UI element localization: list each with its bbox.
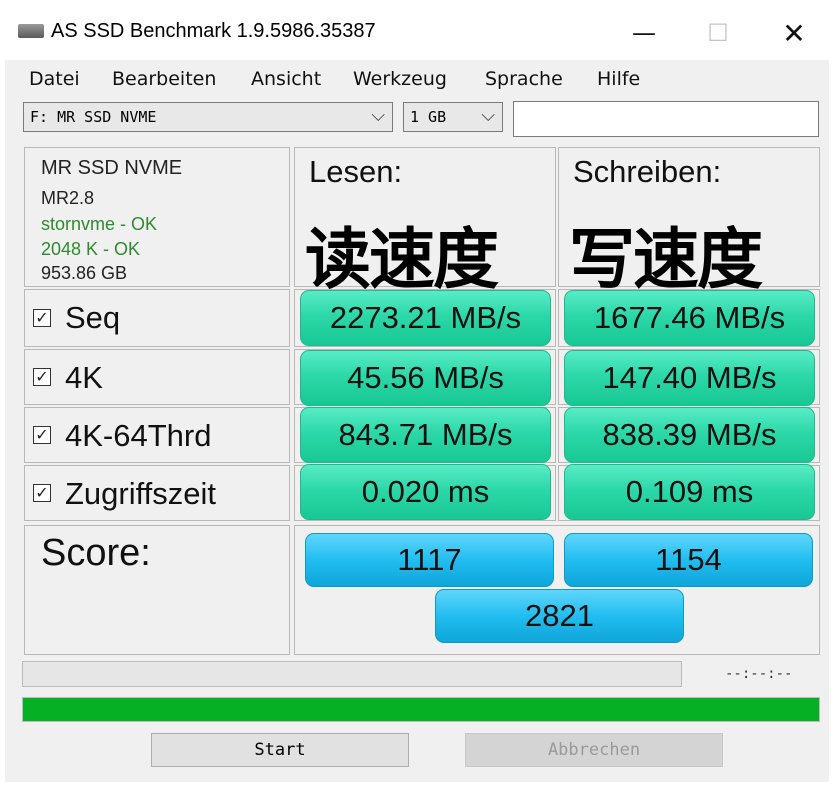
status-textbox[interactable] xyxy=(513,101,819,137)
abort-button[interactable]: Abbrechen xyxy=(465,733,723,767)
score-label: Score: xyxy=(41,532,151,574)
test-progress-bar xyxy=(22,661,682,687)
score-read-value: 1117 xyxy=(305,533,554,587)
read-header-cn: 读速度 xyxy=(305,221,499,298)
access-read-value: 0.020 ms xyxy=(300,464,551,520)
drive-name: MR SSD NVME xyxy=(41,157,183,179)
access-label: Zugriffszeit xyxy=(65,476,217,511)
4k64-write-value: 838.39 MB/s xyxy=(564,407,815,463)
menu-bar: Datei Bearbeiten Ansicht Werkzeug Sprach… xyxy=(5,62,829,96)
read-header-label: Lesen: xyxy=(309,154,403,189)
4k-checkbox[interactable]: ✓ xyxy=(33,368,51,386)
close-button[interactable]: ✕ xyxy=(771,14,817,52)
drive-select[interactable]: F: MR SSD NVME ⌵ xyxy=(23,102,393,132)
4k-write-value: 147.40 MB/s xyxy=(564,350,815,406)
window-title: AS SSD Benchmark 1.9.5986.35387 xyxy=(51,20,376,42)
4k-label: 4K xyxy=(65,360,103,395)
drive-select-value: F: MR SSD NVME xyxy=(30,108,157,126)
menu-hilfe[interactable]: Hilfe xyxy=(597,68,640,90)
size-select-value: 1 GB xyxy=(410,108,447,126)
minimize-button[interactable]: — xyxy=(621,14,667,52)
title-bar[interactable]: AS SSD Benchmark 1.9.5986.35387 — ☐ ✕ xyxy=(5,0,829,60)
chevron-down-icon: ⌵ xyxy=(371,105,385,126)
drive-firmware: MR2.8 xyxy=(41,188,95,208)
score-write-value: 1154 xyxy=(564,533,813,587)
elapsed-time: --:--:-- xyxy=(725,666,793,682)
seq-checkbox[interactable]: ✓ xyxy=(33,309,51,327)
drive-capacity: 953.86 GB xyxy=(41,263,128,283)
4k64-checkbox[interactable]: ✓ xyxy=(33,426,51,444)
size-select[interactable]: 1 GB ⌵ xyxy=(403,102,503,132)
4k64-read-value: 843.71 MB/s xyxy=(300,407,551,463)
score-label-cell: Score: xyxy=(24,525,290,655)
write-header-cn: 写速度 xyxy=(569,221,763,298)
4k-read-value: 45.56 MB/s xyxy=(300,350,551,406)
driver-status: stornvme - OK xyxy=(41,214,158,234)
maximize-button[interactable]: ☐ xyxy=(695,14,741,52)
drive-info-panel: MR SSD NVME MR2.8 stornvme - OK 2048 K -… xyxy=(24,147,290,287)
seq-label: Seq xyxy=(65,300,121,335)
seq-write-value: 1677.46 MB/s xyxy=(564,290,815,346)
access-checkbox[interactable]: ✓ xyxy=(33,484,51,502)
menu-bearbeiten[interactable]: Bearbeiten xyxy=(112,68,216,90)
menu-werkzeug[interactable]: Werkzeug xyxy=(353,68,447,90)
menu-sprache[interactable]: Sprache xyxy=(485,68,563,90)
score-total-value: 2821 xyxy=(435,589,684,643)
row-access-label-cell: ✓ Zugriffszeit xyxy=(24,465,290,521)
menu-datei[interactable]: Datei xyxy=(29,68,80,90)
total-progress-fill xyxy=(23,698,819,721)
alignment-status: 2048 K - OK xyxy=(41,239,141,259)
row-seq-label-cell: ✓ Seq xyxy=(24,289,290,347)
seq-read-value: 2273.21 MB/s xyxy=(300,290,551,346)
chevron-down-icon: ⌵ xyxy=(481,105,495,126)
row-4k64-label-cell: ✓ 4K-64Thrd xyxy=(24,407,290,463)
row-4k-label-cell: ✓ 4K xyxy=(24,349,290,405)
write-header: Schreiben: 写速度 xyxy=(558,147,820,298)
total-progress-bar xyxy=(22,697,820,722)
app-window: AS SSD Benchmark 1.9.5986.35387 — ☐ ✕ Da… xyxy=(5,0,829,782)
start-button[interactable]: Start xyxy=(151,733,409,767)
read-header: Lesen: 读速度 xyxy=(294,147,556,298)
menu-ansicht[interactable]: Ansicht xyxy=(251,68,321,90)
4k64-label: 4K-64Thrd xyxy=(65,418,212,453)
write-header-label: Schreiben: xyxy=(573,154,722,189)
access-write-value: 0.109 ms xyxy=(564,464,815,520)
drive-icon xyxy=(18,24,44,38)
